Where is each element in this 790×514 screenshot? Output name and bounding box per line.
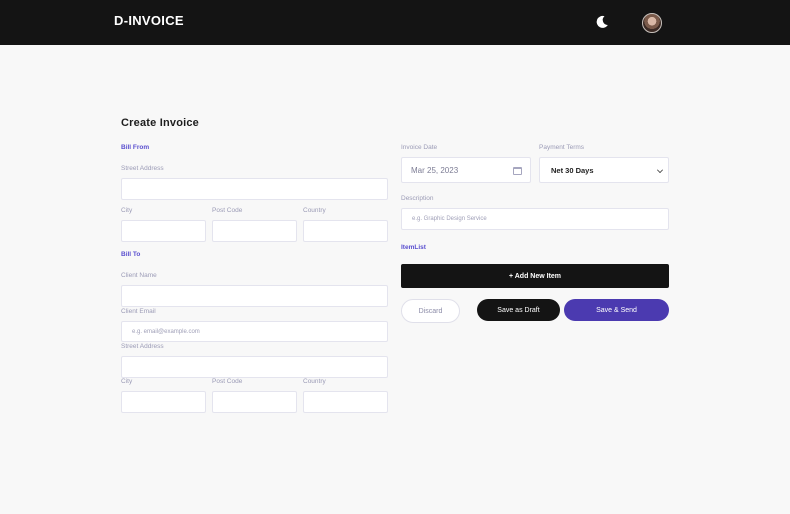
client-email-label: Client Email [121,308,156,315]
to-post-code-input[interactable] [212,391,297,413]
invoice-date-picker[interactable]: Mar 25, 2023 [401,157,531,183]
client-name-input[interactable] [121,285,388,307]
chevron-down-icon [657,167,663,173]
app-logo[interactable]: D-INVOICE [114,13,184,28]
payment-terms-select[interactable]: Net 30 Days [539,157,669,183]
to-city-input[interactable] [121,391,206,413]
user-avatar[interactable] [642,13,662,33]
payment-terms-label: Payment Terms [539,144,585,151]
description-label: Description [401,195,434,202]
from-post-code-input[interactable] [212,220,297,242]
save-and-send-button[interactable]: Save & Send [564,299,669,321]
invoice-date-value: Mar 25, 2023 [411,166,459,175]
save-as-draft-button[interactable]: Save as Draft [477,299,560,321]
payment-terms-value: Net 30 Days [551,166,594,175]
top-navbar: D-INVOICE [0,0,790,45]
client-email-placeholder: e.g. email@example.com [132,328,200,335]
from-country-label: Country [303,207,326,214]
to-street-input[interactable] [121,356,388,378]
to-street-label: Street Address [121,343,164,350]
from-city-label: City [121,207,133,214]
description-placeholder: e.g. Graphic Design Service [412,216,487,222]
description-input[interactable]: e.g. Graphic Design Service [401,208,669,230]
from-street-label: Street Address [121,165,164,172]
from-street-input[interactable] [121,178,388,200]
to-post-code-label: Post Code [212,378,243,385]
discard-button[interactable]: Discard [401,299,460,323]
to-country-input[interactable] [303,391,388,413]
moon-icon[interactable] [594,14,610,30]
from-city-input[interactable] [121,220,206,242]
bill-from-heading: Bill From [121,144,150,151]
add-new-item-button[interactable]: + Add New Item [401,264,669,288]
to-country-label: Country [303,378,326,385]
client-email-input[interactable]: e.g. email@example.com [121,321,388,342]
client-name-label: Client Name [121,272,157,279]
bill-to-heading: Bill To [121,251,141,258]
from-post-code-label: Post Code [212,207,243,214]
invoice-date-label: Invoice Date [401,144,438,151]
item-list-heading: ItemList [401,244,426,251]
calendar-icon[interactable] [513,167,522,175]
to-city-label: City [121,378,133,385]
page-title: Create Invoice [121,117,200,129]
from-country-input[interactable] [303,220,388,242]
